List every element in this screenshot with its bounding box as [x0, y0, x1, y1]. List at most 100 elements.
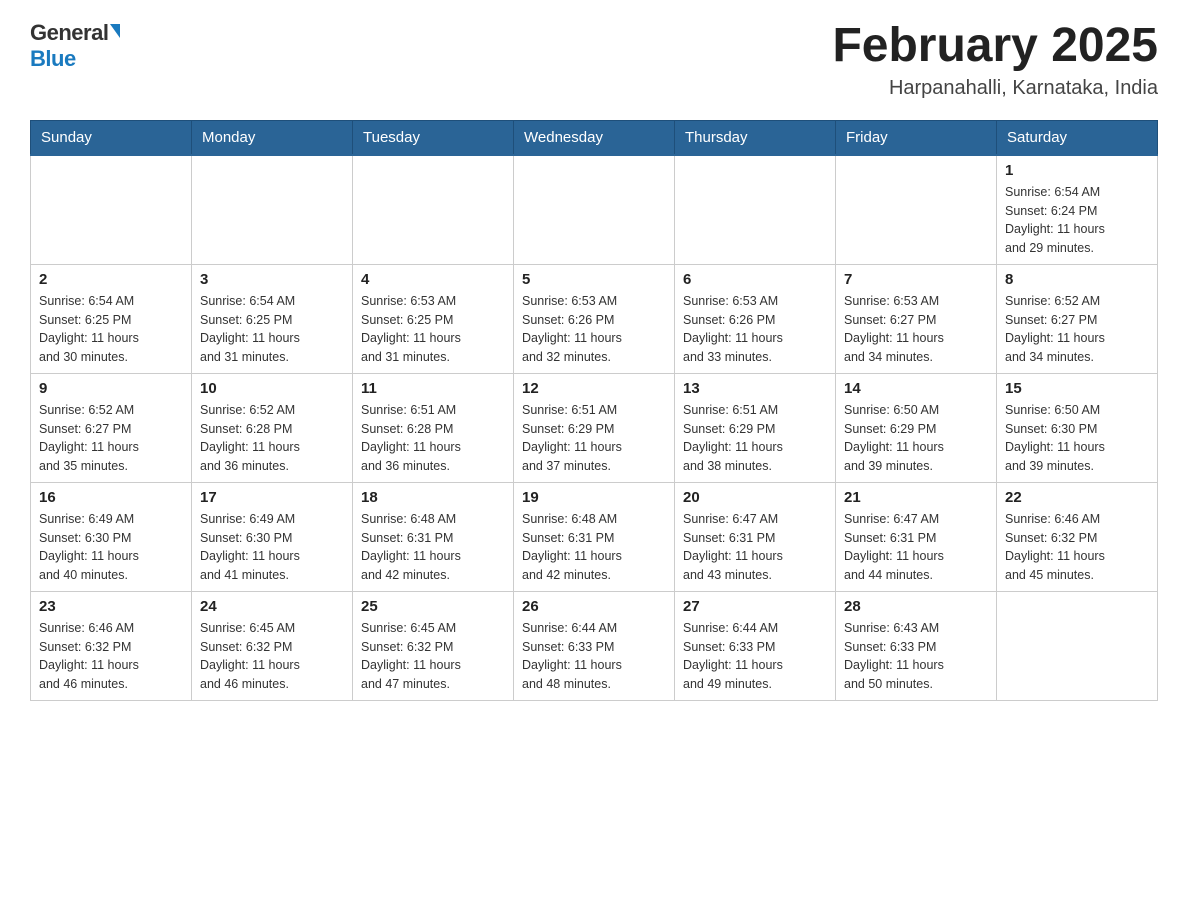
weekday-header-wednesday: Wednesday: [514, 120, 675, 155]
calendar-cell: 7Sunrise: 6:53 AMSunset: 6:27 PMDaylight…: [836, 264, 997, 373]
calendar-cell: 19 Sunrise: 6:48 AMSunset: 6:31 PMDayligh…: [514, 482, 675, 591]
day-number: 18: [361, 489, 505, 506]
calendar-cell: 22Sunrise: 6:46 AMSunset: 6:32 PMDayligh…: [997, 482, 1158, 591]
day-number: 26: [522, 598, 666, 615]
calendar-cell: 2 Sunrise: 6:54 AMSunset: 6:25 PMDaylight…: [31, 264, 192, 373]
day-info: Sunrise: 6:51 AMSunset: 6:29 PMDaylight:…: [522, 401, 666, 476]
day-number: 12: [522, 380, 666, 397]
month-title: February 2025: [832, 20, 1158, 73]
calendar-cell: 15 Sunrise: 6:50 AMSunset: 6:30 PMDayligh…: [997, 373, 1158, 482]
day-info: Sunrise: 6:48 AMSunset: 6:31 PMDaylight:…: [522, 510, 666, 585]
calendar-week-row: 16 Sunrise: 6:49 AMSunset: 6:30 PMDayligh…: [31, 482, 1158, 591]
calendar-cell: 3Sunrise: 6:54 AMSunset: 6:25 PMDaylight…: [192, 264, 353, 373]
day-info: Sunrise: 6:52 AMSunset: 6:28 PMDaylight:…: [200, 401, 344, 476]
day-number: 9: [39, 380, 183, 397]
calendar-cell: 5 Sunrise: 6:53 AMSunset: 6:26 PMDaylight…: [514, 264, 675, 373]
logo-blue-text: Blue: [30, 46, 76, 72]
calendar-cell: 6Sunrise: 6:53 AMSunset: 6:26 PMDaylight…: [675, 264, 836, 373]
calendar-cell: [997, 591, 1158, 700]
day-info: Sunrise: 6:53 AMSunset: 6:26 PMDaylight:…: [683, 292, 827, 367]
weekday-header-friday: Friday: [836, 120, 997, 155]
day-number: 2: [39, 271, 183, 288]
title-section: February 2025 Harpanahalli, Karnataka, I…: [832, 20, 1158, 100]
day-number: 5: [522, 271, 666, 288]
day-number: 19: [522, 489, 666, 506]
day-number: 4: [361, 271, 505, 288]
calendar-cell: 14Sunrise: 6:50 AMSunset: 6:29 PMDayligh…: [836, 373, 997, 482]
day-info: Sunrise: 6:48 AMSunset: 6:31 PMDaylight:…: [361, 510, 505, 585]
weekday-header-tuesday: Tuesday: [353, 120, 514, 155]
day-number: 8: [1005, 271, 1149, 288]
calendar-week-row: 23Sunrise: 6:46 AMSunset: 6:32 PMDayligh…: [31, 591, 1158, 700]
weekday-header-thursday: Thursday: [675, 120, 836, 155]
day-info: Sunrise: 6:45 AMSunset: 6:32 PMDaylight:…: [200, 619, 344, 694]
day-number: 1: [1005, 162, 1149, 179]
calendar-cell: 1Sunrise: 6:54 AMSunset: 6:24 PMDaylight…: [997, 155, 1158, 265]
day-number: 17: [200, 489, 344, 506]
calendar-week-row: 9 Sunrise: 6:52 AMSunset: 6:27 PMDaylight…: [31, 373, 1158, 482]
day-number: 27: [683, 598, 827, 615]
calendar-header-row: SundayMondayTuesdayWednesdayThursdayFrid…: [31, 120, 1158, 155]
day-number: 15: [1005, 380, 1149, 397]
calendar-cell: [353, 155, 514, 265]
calendar-cell: 11 Sunrise: 6:51 AMSunset: 6:28 PMDayligh…: [353, 373, 514, 482]
page-header: General Blue February 2025 Harpanahalli,…: [30, 20, 1158, 100]
day-number: 20: [683, 489, 827, 506]
day-info: Sunrise: 6:47 AMSunset: 6:31 PMDaylight:…: [844, 510, 988, 585]
day-info: Sunrise: 6:47 AMSunset: 6:31 PMDaylight:…: [683, 510, 827, 585]
day-number: 24: [200, 598, 344, 615]
calendar-cell: 28Sunrise: 6:43 AMSunset: 6:33 PMDayligh…: [836, 591, 997, 700]
calendar-cell: 9 Sunrise: 6:52 AMSunset: 6:27 PMDaylight…: [31, 373, 192, 482]
day-info: Sunrise: 6:54 AMSunset: 6:25 PMDaylight:…: [39, 292, 183, 367]
day-info: Sunrise: 6:46 AMSunset: 6:32 PMDaylight:…: [1005, 510, 1149, 585]
day-info: Sunrise: 6:44 AMSunset: 6:33 PMDaylight:…: [522, 619, 666, 694]
logo: General Blue: [30, 20, 120, 72]
day-number: 25: [361, 598, 505, 615]
day-info: Sunrise: 6:53 AMSunset: 6:26 PMDaylight:…: [522, 292, 666, 367]
day-info: Sunrise: 6:49 AMSunset: 6:30 PMDaylight:…: [200, 510, 344, 585]
day-info: Sunrise: 6:45 AMSunset: 6:32 PMDaylight:…: [361, 619, 505, 694]
calendar-cell: 23Sunrise: 6:46 AMSunset: 6:32 PMDayligh…: [31, 591, 192, 700]
day-number: 28: [844, 598, 988, 615]
day-info: Sunrise: 6:52 AMSunset: 6:27 PMDaylight:…: [1005, 292, 1149, 367]
day-info: Sunrise: 6:49 AMSunset: 6:30 PMDaylight:…: [39, 510, 183, 585]
calendar-cell: 12 Sunrise: 6:51 AMSunset: 6:29 PMDayligh…: [514, 373, 675, 482]
calendar-week-row: 2 Sunrise: 6:54 AMSunset: 6:25 PMDaylight…: [31, 264, 1158, 373]
day-info: Sunrise: 6:50 AMSunset: 6:30 PMDaylight:…: [1005, 401, 1149, 476]
weekday-header-saturday: Saturday: [997, 120, 1158, 155]
calendar-cell: 10 Sunrise: 6:52 AMSunset: 6:28 PMDayligh…: [192, 373, 353, 482]
day-number: 21: [844, 489, 988, 506]
day-number: 11: [361, 380, 505, 397]
calendar-cell: 26 Sunrise: 6:44 AMSunset: 6:33 PMDayligh…: [514, 591, 675, 700]
day-info: Sunrise: 6:46 AMSunset: 6:32 PMDaylight:…: [39, 619, 183, 694]
calendar-cell: [514, 155, 675, 265]
day-info: Sunrise: 6:52 AMSunset: 6:27 PMDaylight:…: [39, 401, 183, 476]
calendar-cell: [836, 155, 997, 265]
calendar-cell: 4Sunrise: 6:53 AMSunset: 6:25 PMDaylight…: [353, 264, 514, 373]
calendar-cell: [675, 155, 836, 265]
calendar-cell: 20 Sunrise: 6:47 AMSunset: 6:31 PMDayligh…: [675, 482, 836, 591]
calendar-cell: 16 Sunrise: 6:49 AMSunset: 6:30 PMDayligh…: [31, 482, 192, 591]
calendar-cell: 13 Sunrise: 6:51 AMSunset: 6:29 PMDayligh…: [675, 373, 836, 482]
day-number: 10: [200, 380, 344, 397]
calendar-cell: 27 Sunrise: 6:44 AMSunset: 6:33 PMDayligh…: [675, 591, 836, 700]
day-info: Sunrise: 6:51 AMSunset: 6:28 PMDaylight:…: [361, 401, 505, 476]
day-info: Sunrise: 6:44 AMSunset: 6:33 PMDaylight:…: [683, 619, 827, 694]
day-number: 7: [844, 271, 988, 288]
calendar-cell: 8 Sunrise: 6:52 AMSunset: 6:27 PMDaylight…: [997, 264, 1158, 373]
day-number: 14: [844, 380, 988, 397]
calendar-cell: [31, 155, 192, 265]
calendar-week-row: 1Sunrise: 6:54 AMSunset: 6:24 PMDaylight…: [31, 155, 1158, 265]
location-text: Harpanahalli, Karnataka, India: [832, 77, 1158, 100]
day-number: 3: [200, 271, 344, 288]
calendar-cell: 25 Sunrise: 6:45 AMSunset: 6:32 PMDayligh…: [353, 591, 514, 700]
logo-general-text: General: [30, 20, 108, 46]
calendar-cell: 17 Sunrise: 6:49 AMSunset: 6:30 PMDayligh…: [192, 482, 353, 591]
day-number: 13: [683, 380, 827, 397]
calendar-cell: 18 Sunrise: 6:48 AMSunset: 6:31 PMDayligh…: [353, 482, 514, 591]
calendar-cell: [192, 155, 353, 265]
day-number: 16: [39, 489, 183, 506]
calendar-table: SundayMondayTuesdayWednesdayThursdayFrid…: [30, 120, 1158, 701]
calendar-cell: 21 Sunrise: 6:47 AMSunset: 6:31 PMDayligh…: [836, 482, 997, 591]
day-info: Sunrise: 6:51 AMSunset: 6:29 PMDaylight:…: [683, 401, 827, 476]
